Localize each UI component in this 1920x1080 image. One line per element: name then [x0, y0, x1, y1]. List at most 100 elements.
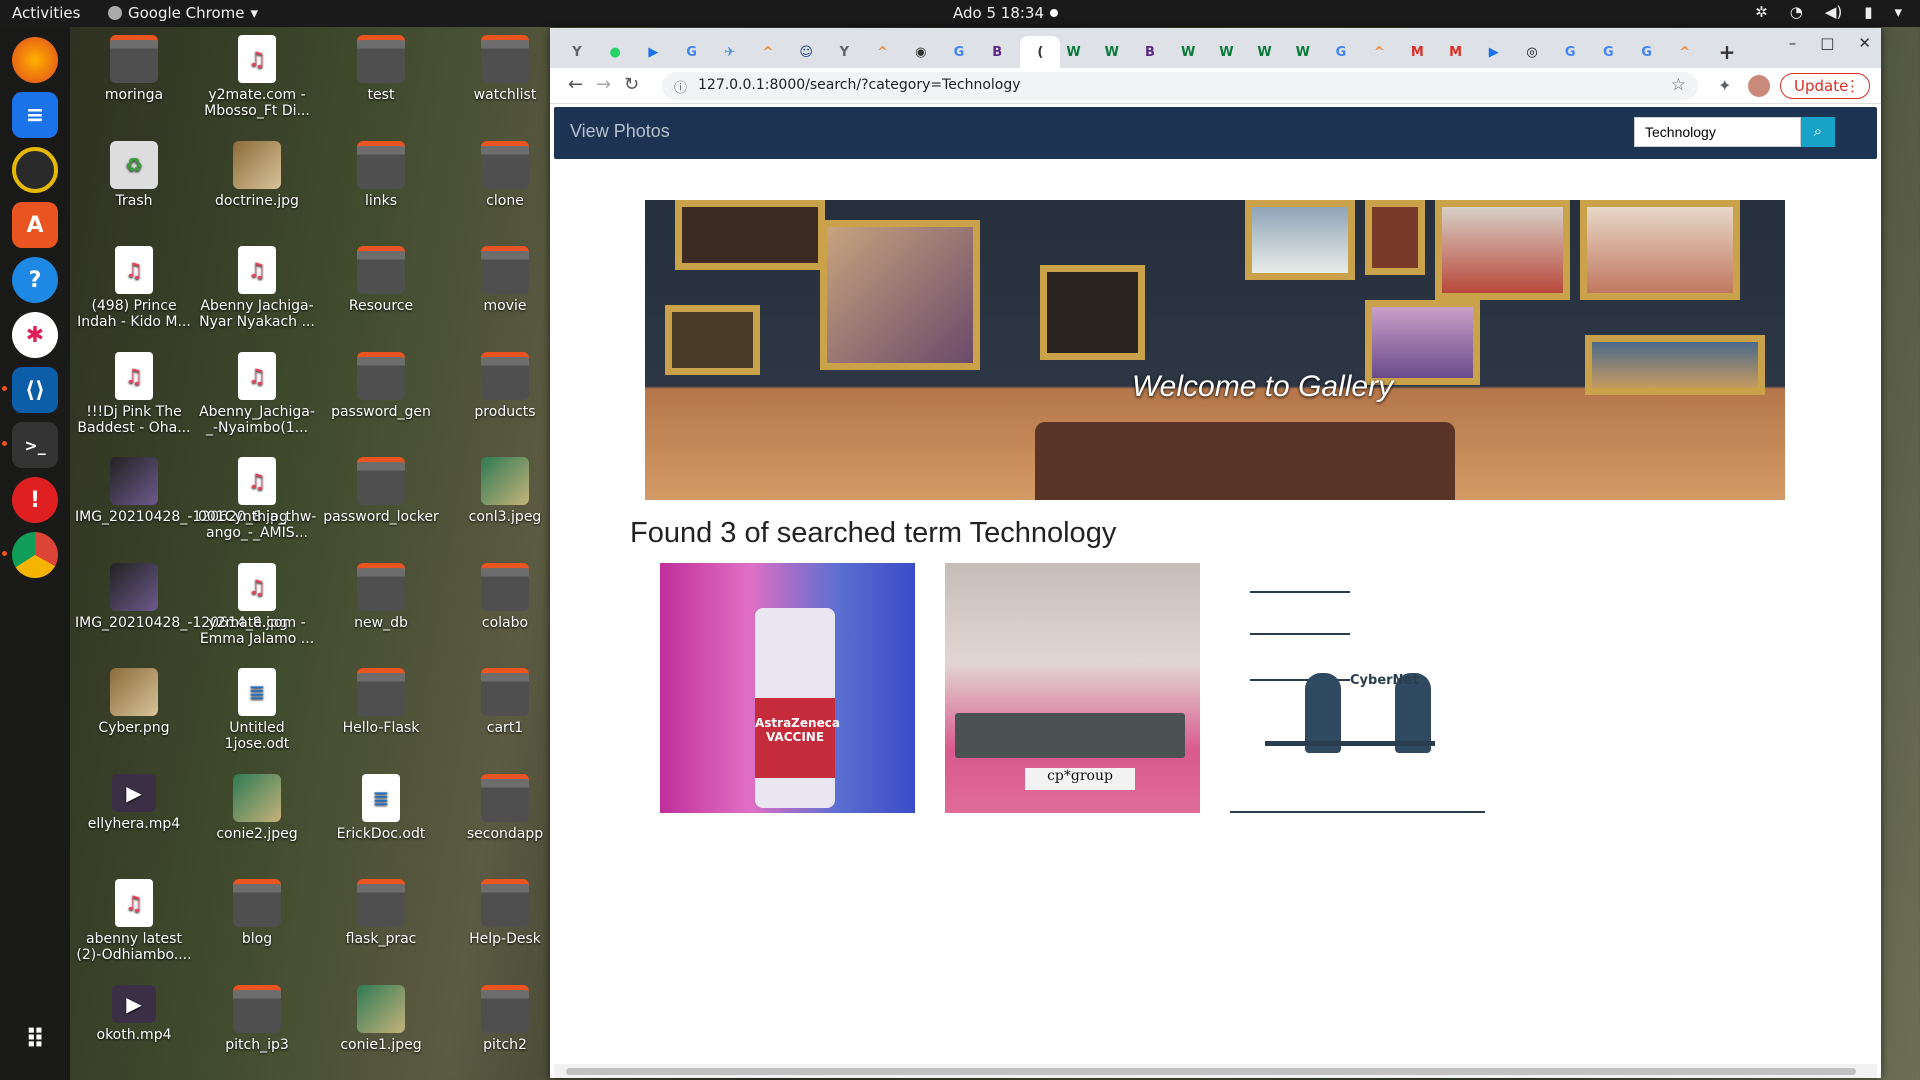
desktop-icon[interactable]: ▶ okoth.mp4 — [75, 984, 193, 1080]
rhythmbox-icon[interactable] — [12, 147, 58, 193]
new-tab-button[interactable]: + — [1712, 36, 1742, 68]
desktop-icon[interactable]: Help-Desk — [446, 879, 564, 979]
desktop-icon[interactable]: password_gen — [322, 351, 440, 452]
desktop-icon[interactable]: ♫ Abenny Jachiga-Nyar Nyakach ... — [198, 246, 316, 346]
desktop-icon[interactable]: new_db — [322, 562, 440, 663]
maximize-icon[interactable]: □ — [1820, 34, 1834, 52]
writer-icon[interactable]: ≡ — [12, 92, 58, 138]
desktop-icon[interactable]: products — [446, 351, 564, 452]
browser-tab[interactable]: Y — [562, 36, 592, 68]
desktop-icon[interactable]: ♫ !!!Dj Pink The Baddest - Oha... — [75, 351, 193, 452]
scrollbar-thumb[interactable] — [566, 1068, 1856, 1075]
browser-tab[interactable]: ✈ — [715, 36, 745, 68]
vscode-icon[interactable]: ⟨⟩ — [2, 367, 58, 413]
search-input[interactable] — [1634, 117, 1801, 147]
horizontal-scrollbar[interactable] — [554, 1064, 1877, 1078]
info-icon[interactable]: ⓘ — [674, 77, 687, 96]
browser-tab[interactable]: ^ — [1670, 36, 1700, 68]
bookmark-star-icon[interactable]: ☆ — [1671, 75, 1686, 95]
desktop-icon[interactable]: secondapp — [446, 773, 564, 874]
browser-tab[interactable]: ▶ — [638, 36, 668, 68]
desktop-icon[interactable]: ♫ Abenny_Jachiga-_-Nyaimbo(1... — [198, 351, 316, 452]
system-tray[interactable]: ✲ ◔ ◀) ▮ ▾ — [1755, 3, 1902, 21]
extensions-icon[interactable]: ✦ — [1718, 76, 1731, 95]
browser-tab[interactable]: Y — [829, 36, 859, 68]
browser-tab[interactable]: ▶ — [1479, 36, 1509, 68]
browser-tab[interactable]: G — [677, 36, 707, 68]
browser-tab[interactable]: ^ — [753, 36, 783, 68]
brand-link[interactable]: View Photos — [570, 121, 670, 142]
firefox-icon[interactable] — [12, 37, 58, 83]
desktop-icon[interactable]: Cyber.png — [75, 668, 193, 768]
browser-tab[interactable]: W — [1059, 36, 1089, 68]
browser-tab[interactable]: G — [1632, 36, 1662, 68]
desktop-icon[interactable]: colabo — [446, 562, 564, 663]
update-notifier-icon[interactable]: ! — [12, 477, 58, 523]
desktop-icon[interactable]: blog — [198, 879, 316, 979]
avatar[interactable] — [1748, 75, 1770, 97]
desktop-icon[interactable]: IMG_20210428_-120620_8.jpg — [75, 457, 288, 557]
browser-tab[interactable]: G — [1326, 36, 1356, 68]
browser-tab[interactable]: W — [1211, 36, 1241, 68]
desktop-icon[interactable]: ≣ ErickDoc.odt — [322, 773, 440, 874]
desktop-icon[interactable]: password_locker — [322, 457, 440, 557]
slack-tray-icon[interactable]: ✲ — [1755, 3, 1768, 21]
browser-tab[interactable]: M — [1441, 36, 1471, 68]
browser-tab[interactable]: G — [944, 36, 974, 68]
address-bar[interactable]: ⓘ 127.0.0.1:8000/search/?category=Techno… — [662, 72, 1698, 100]
browser-tab[interactable]: W — [1097, 36, 1127, 68]
search-button[interactable]: ⌕ — [1801, 117, 1835, 147]
browser-tab[interactable]: ^ — [868, 36, 898, 68]
reload-icon[interactable]: ↻ — [624, 74, 639, 95]
desktop-icon[interactable]: conie2.jpeg — [198, 773, 316, 874]
back-icon[interactable]: ← — [568, 74, 583, 95]
desktop-icon[interactable]: doctrine.jpg — [198, 140, 316, 241]
help-icon[interactable]: ? — [12, 257, 58, 303]
result-image[interactable]: AstraZeneca VACCINE — [660, 563, 915, 813]
result-image[interactable]: CyberNet — [1230, 563, 1485, 813]
activities-button[interactable]: Activities — [12, 4, 80, 22]
desktop-icon[interactable]: ♫ y2mate.com - Emma Jalamo ... — [198, 562, 316, 663]
desktop-icon[interactable]: conl3.jpeg — [446, 457, 564, 557]
desktop-icon[interactable]: ♫ abenny latest (2)-Odhiambo.... — [75, 879, 193, 979]
desktop-icon[interactable]: ≣ Untitled 1jose.odt — [198, 668, 316, 768]
desktop-icon[interactable]: movie — [446, 246, 564, 346]
browser-tab[interactable]: G — [1593, 36, 1623, 68]
app-menu[interactable]: Google Chrome ▾ — [108, 4, 258, 22]
desktop-icon[interactable]: clone — [446, 140, 564, 241]
update-button[interactable]: Update ⋮ — [1780, 73, 1870, 99]
software-center-icon[interactable]: A — [12, 202, 58, 248]
desktop-icon[interactable]: flask_prac — [322, 879, 440, 979]
browser-tab[interactable]: ◎ — [1517, 36, 1547, 68]
browser-tab[interactable]: M — [1402, 36, 1432, 68]
desktop-icon[interactable]: pitch_ip3 — [198, 984, 316, 1080]
desktop-icon[interactable]: ▶ ellyhera.mp4 — [75, 773, 193, 874]
browser-tab[interactable]: ◉ — [906, 36, 936, 68]
desktop-icon[interactable]: ♫ (498) Prince Indah - Kido M... — [75, 246, 193, 346]
desktop-icon[interactable]: test — [322, 35, 440, 135]
desktop-icon[interactable]: Hello-Flask — [322, 668, 440, 768]
chrome-dock-icon[interactable] — [2, 532, 58, 578]
show-apps-icon[interactable]: ⠿ — [12, 1017, 58, 1063]
browser-tab[interactable]: W — [1288, 36, 1318, 68]
desktop-icon[interactable]: conie1.jpeg — [322, 984, 440, 1080]
desktop-icon[interactable]: pitch2 — [446, 984, 564, 1080]
tab-active[interactable]: ( — [1020, 36, 1061, 68]
desktop-icon[interactable]: watchlist — [446, 35, 564, 135]
desktop-icon[interactable]: moringa — [75, 35, 193, 135]
browser-tab[interactable]: ^ — [1364, 36, 1394, 68]
desktop-icon[interactable]: links — [322, 140, 440, 241]
terminal-icon[interactable]: >_ — [2, 422, 58, 468]
desktop-icon[interactable]: ♻ Trash — [75, 140, 193, 241]
browser-tab[interactable]: G — [1555, 36, 1585, 68]
browser-tab[interactable]: B — [1135, 36, 1165, 68]
desktop-icon[interactable]: ♫ y2mate.com - Mbosso_Ft Di... — [198, 35, 316, 135]
desktop-icon[interactable]: IMG_20210428_-120614_8.jpg — [75, 562, 288, 663]
browser-tab[interactable]: W — [1250, 36, 1280, 68]
desktop-icon[interactable]: ♫ 001Cynthia_thw-ango_-_AMIS... — [198, 457, 316, 557]
forward-icon[interactable]: → — [596, 74, 611, 95]
desktop-icon[interactable]: Resource — [322, 246, 440, 346]
result-image[interactable]: cp*group — [945, 563, 1200, 813]
close-icon[interactable]: ✕ — [1858, 34, 1871, 52]
browser-tab[interactable]: ● — [600, 36, 630, 68]
